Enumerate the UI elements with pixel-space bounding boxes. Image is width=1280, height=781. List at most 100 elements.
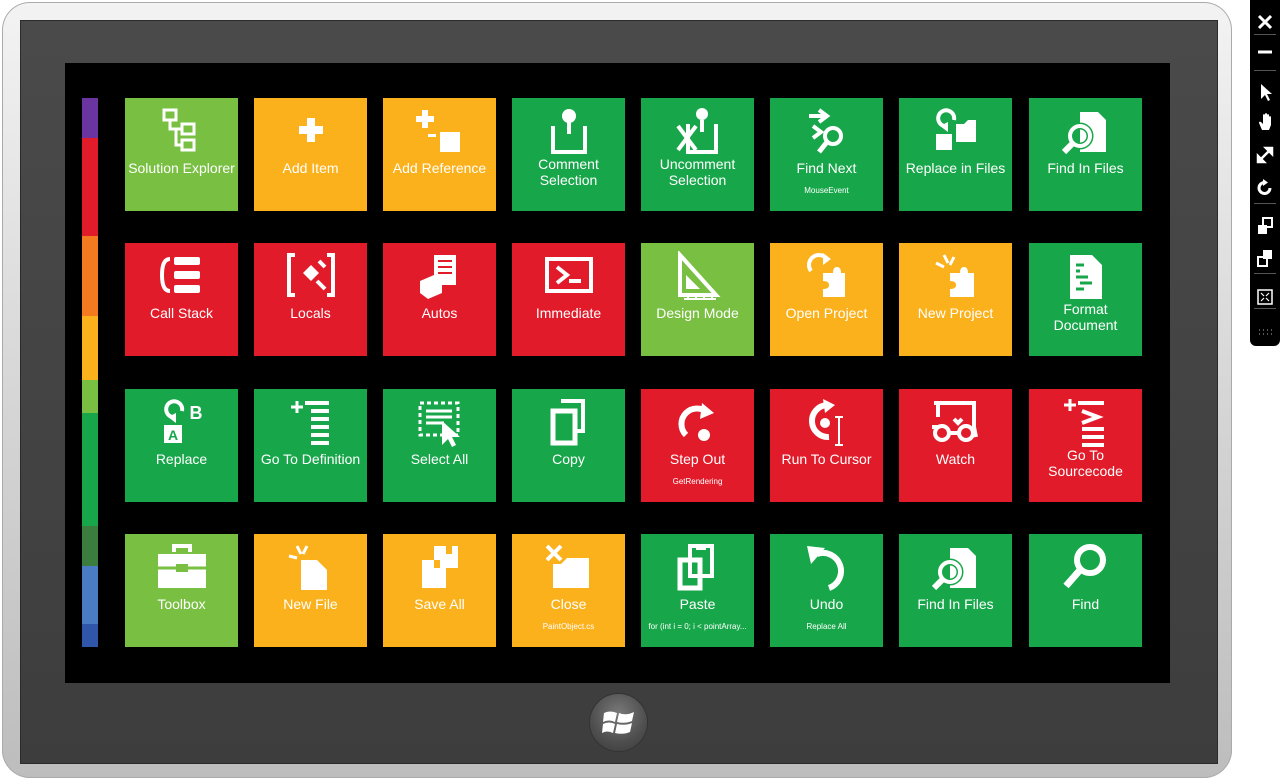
uncomment-icon	[641, 106, 754, 158]
tile-label: Watch	[935, 451, 976, 467]
paste-icon	[641, 542, 754, 594]
strip-segment	[82, 380, 98, 413]
dock-top-button[interactable]	[1250, 212, 1280, 240]
tile-select-all[interactable]: Select All	[383, 389, 496, 502]
close-button[interactable]	[1250, 8, 1280, 36]
tile-label: Immediate	[535, 305, 602, 321]
tile-comment-selection[interactable]: Comment Selection	[512, 98, 625, 211]
paste-icon-glyph	[677, 544, 714, 591]
step-out-icon	[641, 397, 754, 449]
tile-toolbox[interactable]: Toolbox	[125, 534, 238, 647]
strip-segment	[82, 316, 98, 380]
replace-icon-glyph: AB	[163, 399, 202, 443]
tile-immediate[interactable]: Immediate	[512, 243, 625, 356]
tile-solution-explorer[interactable]: Solution Explorer	[125, 98, 238, 211]
tile-add-reference[interactable]: Add Reference	[383, 98, 496, 211]
tile-paste[interactable]: Paste for (int i = 0; i < pointArray...	[641, 534, 754, 647]
hierarchy-icon	[125, 106, 238, 158]
minimize-button[interactable]	[1250, 38, 1280, 66]
find-in-files-icon	[899, 542, 1012, 594]
tile-add-item[interactable]: Add Item	[254, 98, 367, 211]
plus-icon-glyph	[298, 118, 323, 142]
open-project-icon	[770, 251, 883, 303]
copy-icon-glyph	[550, 399, 585, 446]
tile-replace[interactable]: A B Replace	[125, 389, 238, 502]
tile-label: Find In Files	[1047, 160, 1124, 176]
fullscreen-button[interactable]	[1250, 283, 1280, 311]
tile-find-in-files[interactable]: Find In Files	[899, 534, 1012, 647]
dock-bottom-icon	[1257, 250, 1272, 267]
tile-step-out[interactable]: Step Out GetRendering	[641, 389, 754, 502]
select-all-icon	[383, 397, 496, 449]
strip-segment	[82, 566, 98, 624]
tile-label: Replace in Files	[905, 160, 1006, 176]
find-next-icon	[770, 106, 883, 158]
tile-undo[interactable]: Undo Replace All	[770, 534, 883, 647]
tile-label: Add Item	[282, 160, 339, 176]
go-to-definition-icon	[254, 397, 367, 449]
save-all-icon-glyph	[421, 546, 458, 588]
pointer-button[interactable]	[1250, 78, 1280, 106]
toolbar-divider	[1254, 308, 1276, 309]
tile-new-file[interactable]: New File	[254, 534, 367, 647]
tile-design-mode[interactable]: Design Mode	[641, 243, 754, 356]
tile-label: Uncomment Selection	[659, 156, 736, 188]
immediate-icon-glyph	[544, 257, 593, 293]
tile-uncomment-selection[interactable]: Uncomment Selection	[641, 98, 754, 211]
tile-label: Design Mode	[656, 305, 739, 321]
tile-label: Find	[1071, 596, 1100, 612]
tile-locals[interactable]: Locals	[254, 243, 367, 356]
format-document-icon-glyph	[1069, 255, 1102, 299]
select-all-icon-glyph	[418, 401, 460, 447]
tile-sublabel: MouseEvent	[804, 186, 849, 195]
tile-find-next[interactable]: Find Next MouseEvent	[770, 98, 883, 211]
tile-save-all[interactable]: Save All	[383, 534, 496, 647]
strip-segment	[82, 138, 98, 236]
tile-find[interactable]: Find	[1029, 534, 1142, 647]
tile-label: Go To Sourcecode	[1048, 447, 1123, 479]
call-stack-icon-glyph	[159, 257, 200, 293]
plus-icon	[254, 106, 367, 158]
tile-sublabel: Replace All	[806, 622, 847, 631]
hand-icon	[1259, 113, 1271, 130]
go-to-definition-icon-glyph	[290, 401, 329, 445]
tile-label: Go To Definition	[260, 451, 361, 467]
go-to-sourcecode-icon	[1029, 397, 1142, 449]
dock-top-icon	[1258, 217, 1273, 234]
tile-replace-in-files[interactable]: Replace in Files	[899, 98, 1012, 211]
add-reference-icon-glyph	[415, 110, 460, 152]
grip-button[interactable]	[1250, 318, 1280, 346]
replace-in-files-icon	[899, 106, 1012, 158]
copy-icon	[512, 397, 625, 449]
tile-autos[interactable]: Autos	[383, 243, 496, 356]
tile-open-project[interactable]: Open Project	[770, 243, 883, 356]
find-in-files-icon-glyph	[1061, 112, 1106, 155]
tile-close[interactable]: Close PaintObject.cs	[512, 534, 625, 647]
tile-label: Undo	[809, 596, 844, 612]
toolbar-divider	[1254, 34, 1276, 35]
new-project-icon-glyph	[934, 254, 974, 297]
tile-run-to-cursor[interactable]: Run To Cursor	[770, 389, 883, 502]
dock-bottom-button[interactable]	[1250, 244, 1280, 272]
locals-icon-glyph	[286, 253, 335, 297]
tile-label: Save All	[414, 596, 465, 612]
rotate-button[interactable]	[1250, 174, 1280, 202]
tile-call-stack[interactable]: Call Stack	[125, 243, 238, 356]
resize-button[interactable]	[1250, 141, 1280, 169]
close-file-icon-glyph	[545, 544, 589, 588]
hand-button[interactable]	[1250, 108, 1280, 136]
go-to-sourcecode-icon-glyph	[1063, 399, 1104, 447]
hierarchy-icon-glyph	[162, 108, 195, 152]
find-in-files-icon-glyph	[931, 548, 976, 591]
tile-label: Paste	[679, 596, 716, 612]
tile-copy[interactable]: Copy	[512, 389, 625, 502]
find-in-files-icon	[1029, 106, 1142, 158]
tile-go-to-sourcecode[interactable]: Go To Sourcecode	[1029, 389, 1142, 502]
tile-format-document[interactable]: Format Document	[1029, 243, 1142, 356]
windows-start-button[interactable]	[590, 694, 647, 751]
strip-segment	[82, 526, 98, 566]
tile-go-to-definition[interactable]: Go To Definition	[254, 389, 367, 502]
tile-watch[interactable]: Watch	[899, 389, 1012, 502]
tile-find-in-files[interactable]: Find In Files	[1029, 98, 1142, 211]
tile-new-project[interactable]: New Project	[899, 243, 1012, 356]
